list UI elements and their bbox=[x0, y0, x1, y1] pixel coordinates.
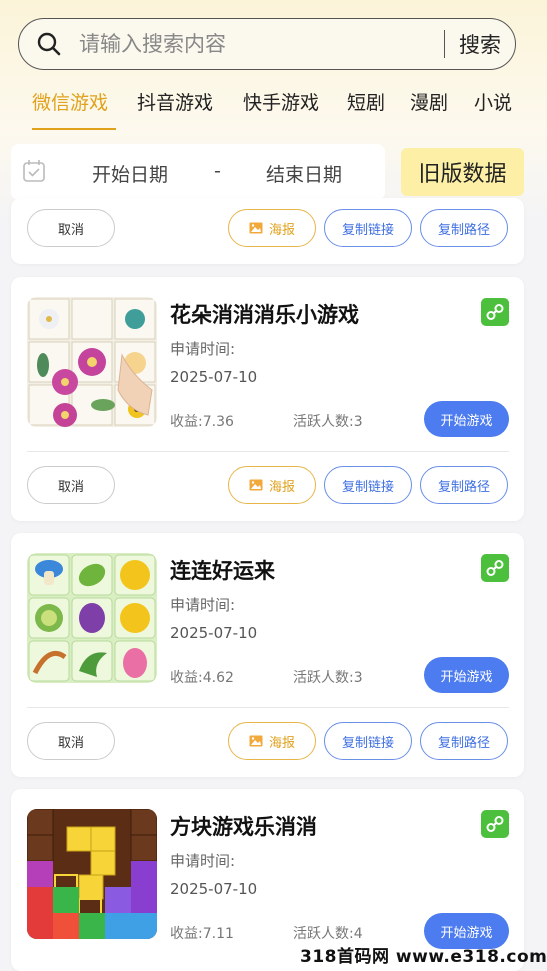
search-button[interactable]: 搜索 bbox=[459, 29, 515, 59]
apply-time-label: 申请时间: bbox=[170, 340, 236, 358]
card-divider bbox=[27, 707, 509, 708]
poster-button[interactable]: 海报 bbox=[228, 466, 316, 504]
poster-button[interactable]: 海报 bbox=[228, 209, 316, 247]
poster-label: 海报 bbox=[268, 479, 295, 495]
search-input[interactable] bbox=[79, 24, 444, 64]
calendar-icon bbox=[21, 158, 47, 184]
cancel-button[interactable]: 取消 bbox=[27, 209, 115, 247]
copy-link-button[interactable]: 复制链接 bbox=[324, 209, 412, 247]
category-tabs: 微信游戏 抖音游戏 快手游戏 短剧 漫剧 小说 bbox=[0, 88, 547, 132]
copy-link-button[interactable]: 复制链接 bbox=[324, 722, 412, 760]
copy-path-button[interactable]: 复制路径 bbox=[420, 722, 508, 760]
poster-button[interactable]: 海报 bbox=[228, 722, 316, 760]
game-title: 方块游戏乐消消 bbox=[170, 815, 317, 839]
apply-time-label: 申请时间: bbox=[170, 852, 236, 870]
apply-date: 2025-07-10 bbox=[170, 624, 258, 642]
active-users: 活跃人数:3 bbox=[293, 414, 363, 430]
image-icon bbox=[249, 222, 263, 234]
card-divider bbox=[27, 451, 509, 452]
image-icon bbox=[249, 735, 263, 747]
copy-path-button[interactable]: 复制路径 bbox=[420, 466, 508, 504]
game-card: 花朵消消消乐小游戏 申请时间: 2025-07-10 收益:7.36 活跃人数:… bbox=[11, 277, 524, 521]
copy-link-button[interactable]: 复制链接 bbox=[324, 466, 412, 504]
game-card-partial: 取消 海报 复制链接 复制路径 bbox=[11, 198, 524, 264]
copy-path-button[interactable]: 复制路径 bbox=[420, 209, 508, 247]
link-icon[interactable] bbox=[481, 298, 509, 326]
date-range-filter[interactable]: 开始日期 - 结束日期 bbox=[11, 144, 385, 200]
end-date[interactable]: 结束日期 bbox=[266, 160, 342, 187]
start-game-button[interactable]: 开始游戏 bbox=[424, 401, 509, 437]
tab-wechat-games[interactable]: 微信游戏 bbox=[32, 88, 108, 115]
poster-label: 海报 bbox=[268, 735, 295, 751]
poster-label: 海报 bbox=[268, 222, 295, 238]
income: 收益:4.62 bbox=[170, 670, 234, 686]
active-users: 活跃人数:4 bbox=[293, 926, 363, 942]
game-title: 连连好运来 bbox=[170, 559, 275, 583]
game-title: 花朵消消消乐小游戏 bbox=[170, 303, 359, 327]
tab-kuaishou-games[interactable]: 快手游戏 bbox=[243, 88, 319, 115]
cancel-button[interactable]: 取消 bbox=[27, 466, 115, 504]
apply-time-label: 申请时间: bbox=[170, 596, 236, 614]
date-separator: - bbox=[214, 160, 221, 182]
image-icon bbox=[249, 479, 263, 491]
link-icon[interactable] bbox=[481, 554, 509, 582]
search-divider bbox=[443, 30, 445, 58]
tab-short-drama[interactable]: 短剧 bbox=[347, 88, 385, 115]
cancel-button[interactable]: 取消 bbox=[27, 722, 115, 760]
start-game-button[interactable]: 开始游戏 bbox=[424, 657, 509, 693]
apply-date: 2025-07-10 bbox=[170, 880, 258, 898]
old-data-button[interactable]: 旧版数据 bbox=[401, 148, 524, 196]
search-icon bbox=[19, 18, 79, 70]
active-users: 活跃人数:3 bbox=[293, 670, 363, 686]
tab-douyin-games[interactable]: 抖音游戏 bbox=[137, 88, 213, 115]
active-tab-indicator bbox=[32, 128, 116, 130]
game-thumbnail-blocks[interactable] bbox=[27, 809, 157, 939]
game-thumbnail-flowers[interactable] bbox=[27, 297, 157, 427]
income: 收益:7.36 bbox=[170, 414, 234, 430]
tab-comic-drama[interactable]: 漫剧 bbox=[410, 88, 448, 115]
site-watermark: 318首码网 www.e318.com bbox=[300, 947, 547, 967]
apply-date: 2025-07-10 bbox=[170, 368, 258, 386]
income: 收益:7.11 bbox=[170, 926, 234, 942]
link-icon[interactable] bbox=[481, 810, 509, 838]
start-date[interactable]: 开始日期 bbox=[92, 160, 168, 187]
search-bar: 搜索 bbox=[18, 18, 516, 70]
game-card: 连连好运来 申请时间: 2025-07-10 收益:4.62 活跃人数:3 开始… bbox=[11, 533, 524, 777]
game-thumbnail-fruits[interactable] bbox=[27, 553, 157, 683]
tab-novel[interactable]: 小说 bbox=[474, 88, 512, 115]
